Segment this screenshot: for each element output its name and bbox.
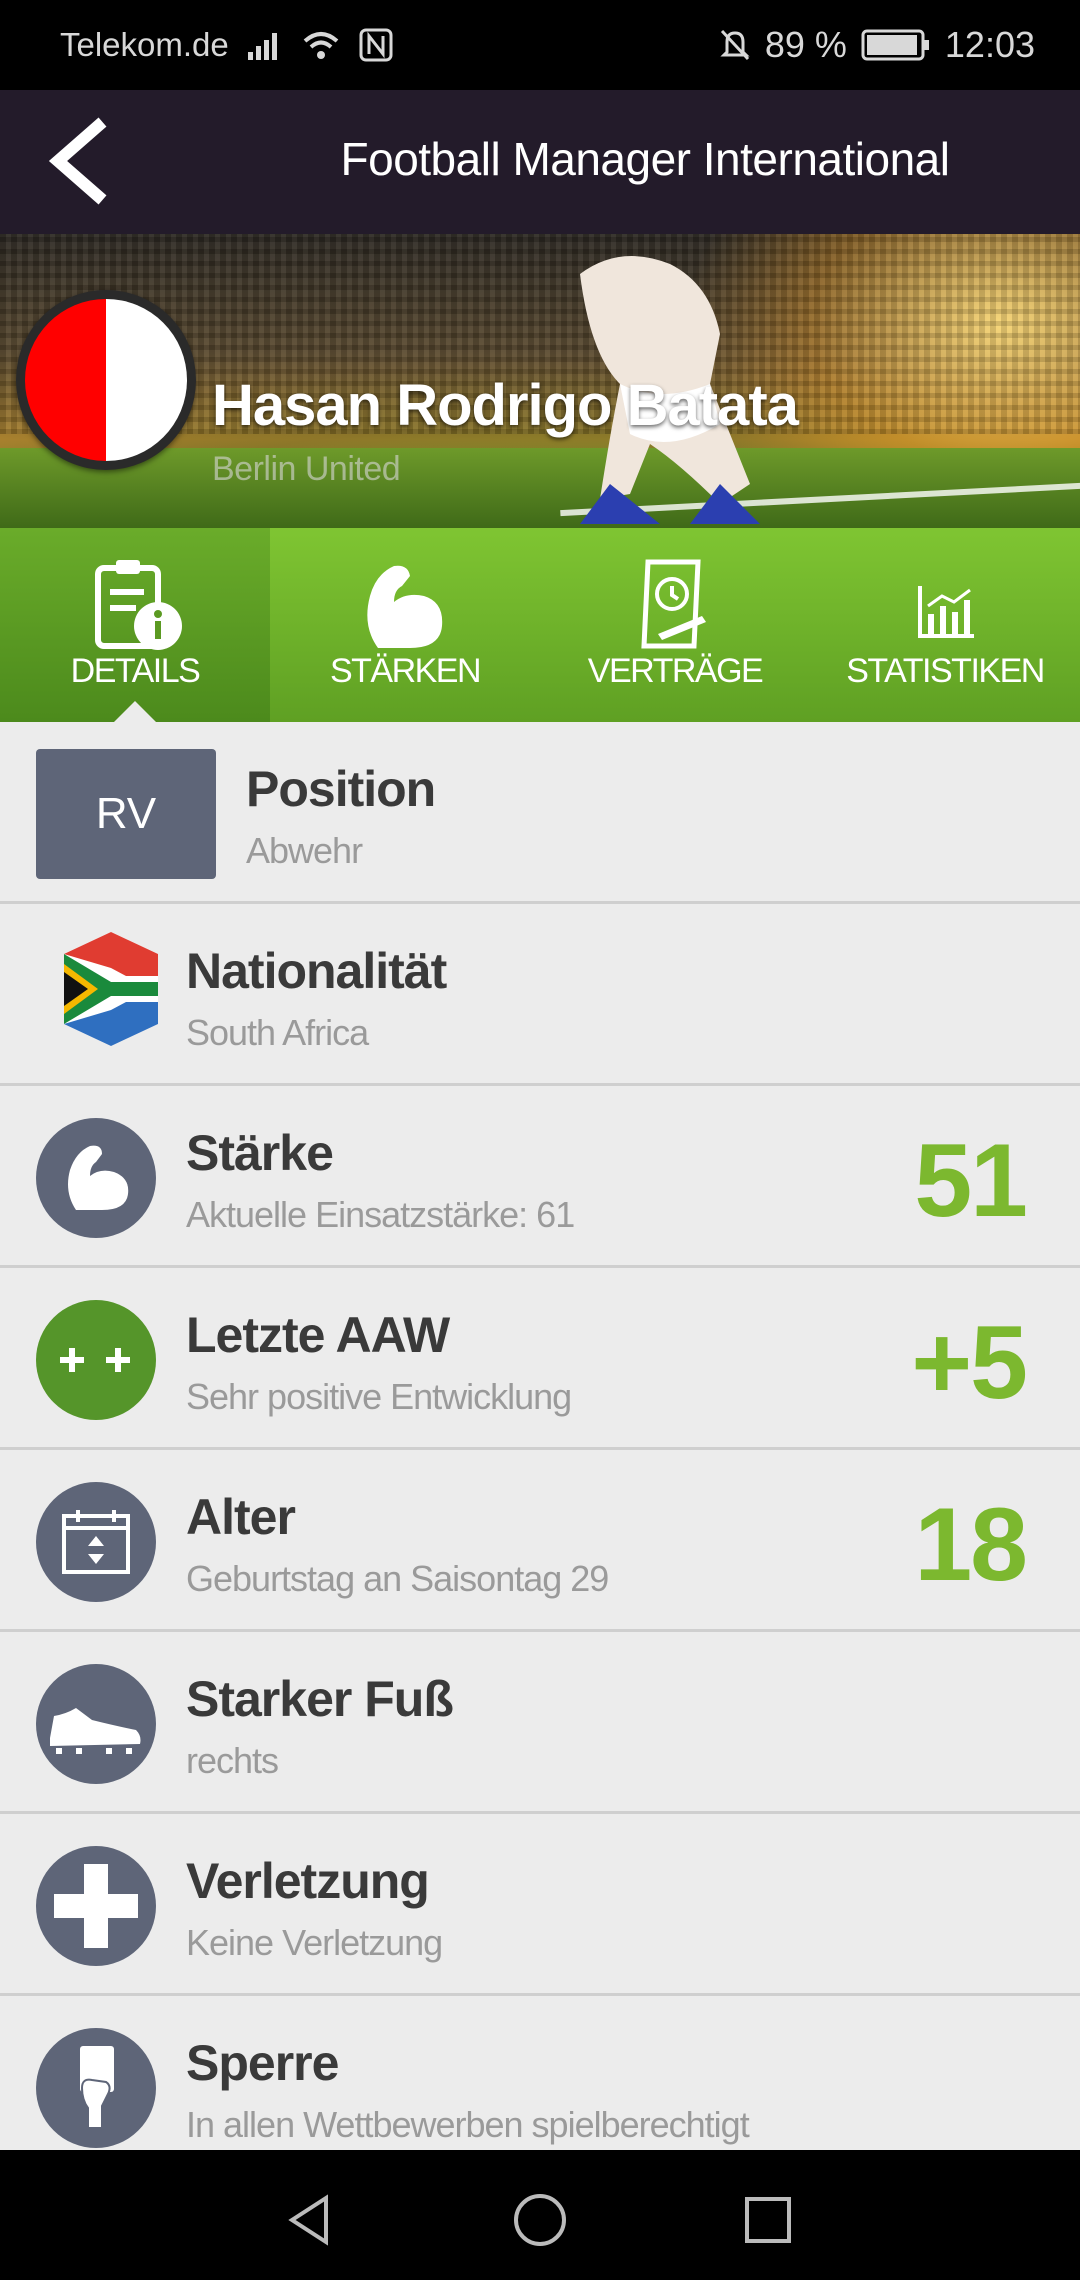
list-item-nationality[interactable]: Nationalität South Africa xyxy=(0,904,1080,1086)
row-subtitle: In allen Wettbewerben spielberechtigt xyxy=(186,2104,750,2145)
football-boot-icon xyxy=(50,1708,141,1754)
strength-value: 51 xyxy=(914,1123,1028,1239)
back-triangle-icon[interactable] xyxy=(280,2190,340,2250)
tab-label: STATISTIKEN xyxy=(846,652,1045,690)
status-bar: Telekom.de 89 % 12:03 xyxy=(0,0,1080,90)
row-subtitle: Sehr positive Entwicklung xyxy=(186,1376,572,1417)
list-item-last-aaw[interactable]: Letzte AAW Sehr positive Entwicklung +5 xyxy=(0,1268,1080,1450)
contract-clock-icon xyxy=(641,559,706,649)
app-bar: Football Manager International xyxy=(0,90,1080,234)
row-icon-circle xyxy=(36,1846,156,1966)
south-africa-flag-icon xyxy=(64,932,158,1046)
details-list: RV Position Abwehr Nationalität South Af… xyxy=(0,722,1080,2150)
tab-statistiken[interactable]: STATISTIKEN xyxy=(810,528,1080,722)
player-name: Hasan Rodrigo Batata xyxy=(212,373,799,438)
wifi-icon xyxy=(303,32,339,59)
tab-staerken[interactable]: STÄRKEN xyxy=(270,528,540,722)
row-subtitle: Aktuelle Einsatzstärke: 61 xyxy=(186,1194,575,1235)
list-item-position[interactable]: RV Position Abwehr xyxy=(0,722,1080,904)
list-item-injury[interactable]: Verletzung Keine Verletzung xyxy=(0,1814,1080,1996)
row-icon-circle xyxy=(36,1664,156,1784)
row-icon-circle xyxy=(36,2028,156,2148)
nfc-icon xyxy=(359,28,393,62)
battery-icon xyxy=(861,29,929,61)
carrier-label: Telekom.de xyxy=(60,26,229,63)
row-title: Alter xyxy=(186,1489,296,1545)
age-value: 18 xyxy=(914,1487,1028,1603)
list-item-strong-foot[interactable]: Starker Fuß rechts xyxy=(0,1632,1080,1814)
row-title: Nationalität xyxy=(186,943,447,999)
row-title: Stärke xyxy=(186,1125,334,1181)
row-subtitle: South Africa xyxy=(186,1012,369,1053)
list-item-strength[interactable]: Stärke Aktuelle Einsatzstärke: 61 51 xyxy=(0,1086,1080,1268)
referee-card-icon xyxy=(80,2046,114,2129)
list-item-suspension[interactable]: Sperre In allen Wettbewerben spielberech… xyxy=(0,1996,1080,2150)
signal-icon xyxy=(247,33,277,60)
position-badge: RV xyxy=(36,749,216,879)
biceps-icon xyxy=(68,1145,129,1210)
row-subtitle: rechts xyxy=(186,1740,279,1781)
battery-percent: 89 % xyxy=(764,24,847,65)
clipboard-info-icon xyxy=(95,560,182,650)
row-title: Letzte AAW xyxy=(186,1307,450,1363)
list-item-age[interactable]: Alter Geburtstag an Saisontag 29 18 xyxy=(0,1450,1080,1632)
aaw-value: +5 xyxy=(911,1305,1028,1421)
recents-square-icon[interactable] xyxy=(738,2190,798,2250)
active-tab-indicator xyxy=(113,701,157,723)
plus-plus-icon xyxy=(60,1348,130,1372)
tab-label: STÄRKEN xyxy=(329,652,482,690)
home-circle-icon[interactable] xyxy=(510,2190,570,2250)
app-title: Football Manager International xyxy=(340,133,950,185)
system-nav-bar xyxy=(0,2150,1080,2280)
row-subtitle: Abwehr xyxy=(246,830,363,871)
row-title: Position xyxy=(246,761,436,817)
row-subtitle: Keine Verletzung xyxy=(186,1922,443,1963)
row-title: Starker Fuß xyxy=(186,1671,454,1727)
club-badge xyxy=(16,290,196,470)
tab-label: VERTRÄGE xyxy=(587,652,764,690)
biceps-icon xyxy=(367,565,443,648)
tab-label: DETAILS xyxy=(70,652,201,690)
row-icon-circle xyxy=(36,1118,156,1238)
player-tabs: DETAILS STÄRKEN VERTRÄGE STATISTIKEN xyxy=(0,528,1080,723)
row-title: Sperre xyxy=(186,2035,339,2091)
tab-vertraege[interactable]: VERTRÄGE xyxy=(540,528,810,722)
medical-cross-icon xyxy=(54,1864,138,1948)
row-icon-circle xyxy=(36,1482,156,1602)
club-name[interactable]: Berlin United xyxy=(212,450,401,489)
bell-muted-icon xyxy=(720,29,750,61)
row-title: Verletzung xyxy=(186,1853,430,1909)
row-subtitle: Geburtstag an Saisontag 29 xyxy=(186,1558,609,1599)
bar-chart-icon xyxy=(918,586,974,638)
row-icon-circle xyxy=(36,1300,156,1420)
clock: 12:03 xyxy=(944,24,1035,65)
tab-details[interactable]: DETAILS xyxy=(0,528,270,723)
calendar-icon xyxy=(62,1510,130,1574)
